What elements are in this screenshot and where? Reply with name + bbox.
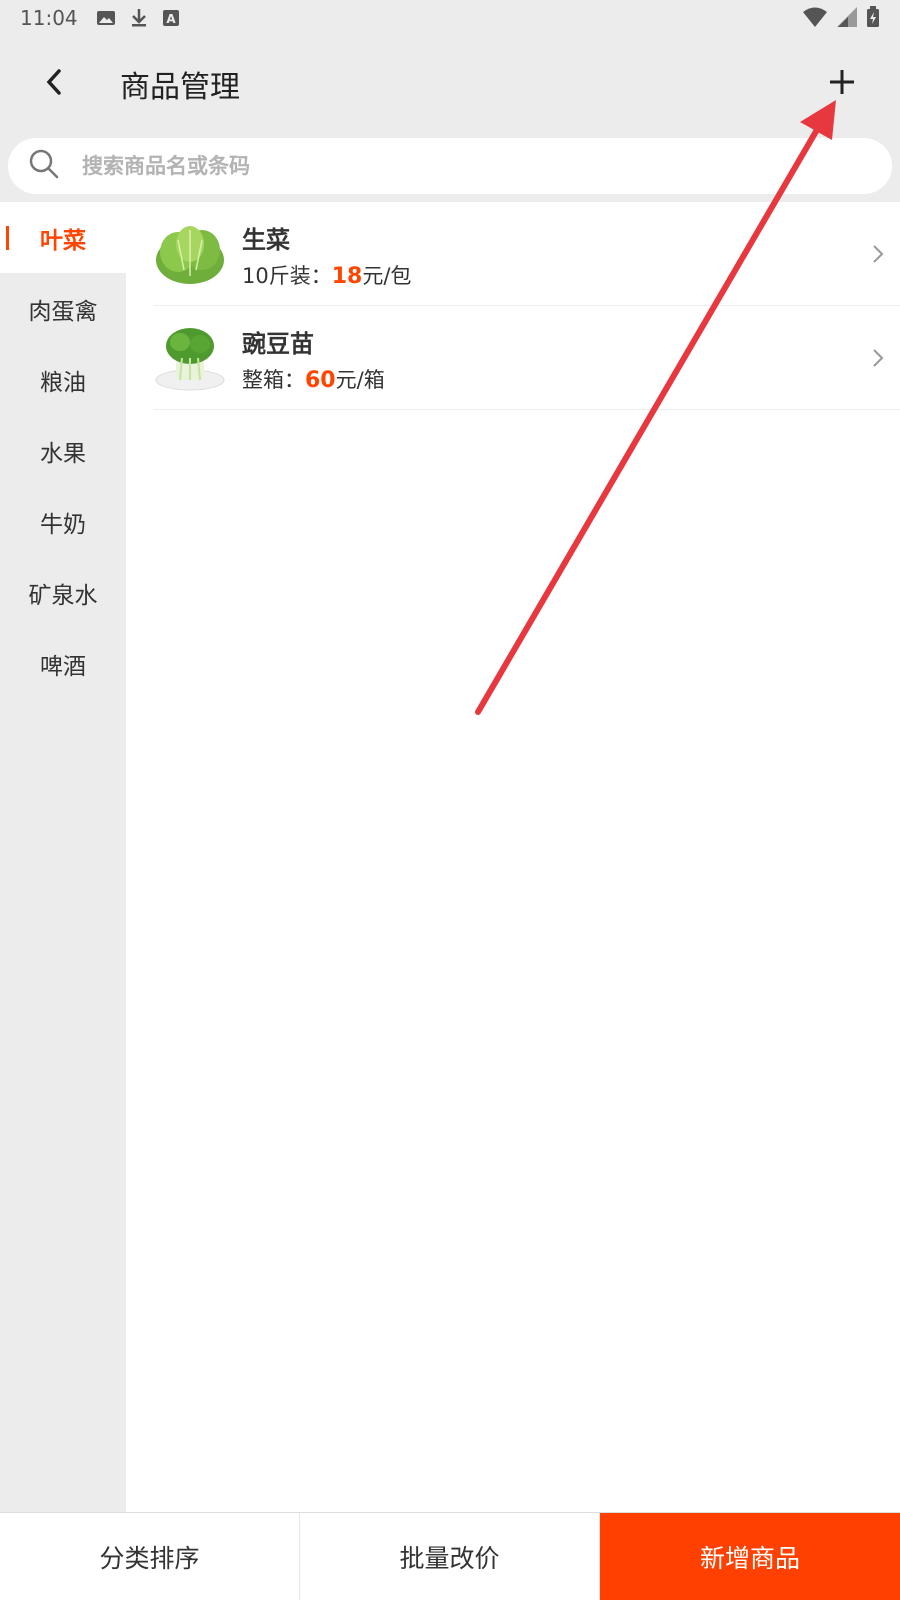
svg-text:A: A <box>166 12 176 26</box>
product-price-line: 10斤装：18元/包 <box>242 260 411 290</box>
search-bar[interactable] <box>8 138 892 194</box>
product-price-line: 整箱：60元/箱 <box>242 364 385 394</box>
category-item-milk[interactable]: 牛奶 <box>0 486 126 557</box>
product-list: 生菜 10斤装：18元/包 豌豆苗 整箱：60元/箱 <box>126 202 900 1512</box>
category-label: 啤酒 <box>40 653 86 680</box>
category-item-grain-oil[interactable]: 粮油 <box>0 344 126 415</box>
status-time: 11:04 <box>20 6 78 30</box>
category-sort-button[interactable]: 分类排序 <box>0 1513 300 1600</box>
product-row[interactable]: 生菜 10斤装：18元/包 <box>154 202 900 306</box>
category-item-leafy-greens[interactable]: 叶菜 <box>0 202 126 273</box>
batch-price-button[interactable]: 批量改价 <box>300 1513 600 1600</box>
wifi-icon <box>802 6 828 33</box>
chevron-left-icon <box>44 68 64 100</box>
pea-sprouts-image <box>154 324 226 392</box>
chevron-right-icon <box>870 242 886 266</box>
category-item-meat-eggs-poultry[interactable]: 肉蛋禽 <box>0 273 126 344</box>
battery-icon <box>866 6 880 33</box>
download-icon <box>130 8 148 28</box>
add-product-button[interactable]: 新增商品 <box>600 1513 900 1600</box>
chevron-right-icon <box>870 346 886 370</box>
category-item-beer[interactable]: 啤酒 <box>0 628 126 699</box>
status-bar: 11:04 A <box>0 0 900 36</box>
plus-icon <box>828 68 856 100</box>
product-name: 豌豆苗 <box>242 330 314 358</box>
category-item-mineral-water[interactable]: 矿泉水 <box>0 557 126 628</box>
product-spec: 10斤装： <box>242 264 332 288</box>
category-label: 牛奶 <box>40 511 86 538</box>
category-label: 矿泉水 <box>28 582 98 609</box>
product-name: 生菜 <box>242 226 290 254</box>
page-title: 商品管理 <box>120 70 240 105</box>
category-label: 粮油 <box>40 369 86 396</box>
bottom-action-bar: 分类排序 批量改价 新增商品 <box>0 1512 900 1600</box>
a-badge-icon: A <box>162 9 180 27</box>
active-indicator <box>6 226 9 250</box>
app-header: 商品管理 <box>0 36 900 132</box>
product-unit: 元/包 <box>362 264 412 288</box>
product-row[interactable]: 豌豆苗 整箱：60元/箱 <box>154 306 900 410</box>
search-input[interactable] <box>82 154 842 178</box>
product-price: 60 <box>305 368 336 393</box>
signal-icon <box>836 6 858 33</box>
product-price: 18 <box>331 264 363 289</box>
category-sidebar: 叶菜 肉蛋禽 粮油 水果 牛奶 矿泉水 啤酒 <box>0 202 126 1512</box>
category-label: 肉蛋禽 <box>28 298 98 325</box>
category-item-fruit[interactable]: 水果 <box>0 415 126 486</box>
search-icon <box>28 148 60 184</box>
add-button[interactable] <box>820 62 864 106</box>
product-spec: 整箱： <box>242 368 305 392</box>
lettuce-image <box>154 220 226 288</box>
category-label: 水果 <box>40 440 86 467</box>
image-icon <box>96 9 116 27</box>
back-button[interactable] <box>34 64 74 104</box>
category-label: 叶菜 <box>40 227 86 254</box>
product-unit: 元/箱 <box>335 368 385 392</box>
